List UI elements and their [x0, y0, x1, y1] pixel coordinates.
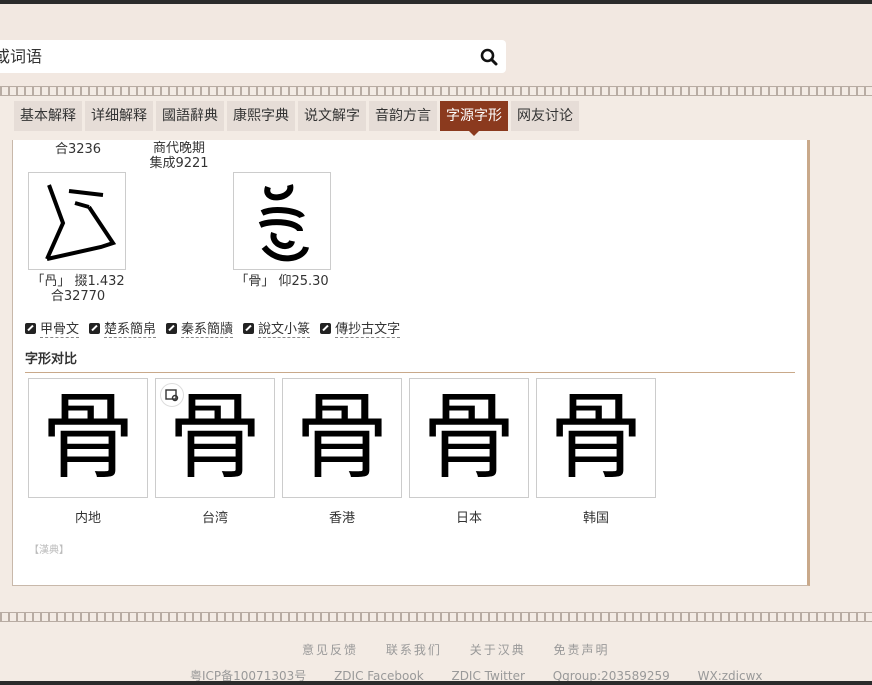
link-jiaguwen[interactable]: 甲骨文: [25, 318, 80, 338]
region-label: 内地: [74, 511, 101, 526]
tab-shuowen[interactable]: 说文解字: [298, 101, 366, 131]
tab-yinyun[interactable]: 音韵方言: [369, 101, 437, 131]
region-label: 台湾: [201, 511, 228, 526]
tab-kangxi[interactable]: 康熙字典: [227, 101, 295, 131]
region-label: 日本: [455, 511, 482, 526]
link-xiaozhuan[interactable]: 說文小篆: [243, 318, 311, 338]
ancient-caption: 合3236: [54, 142, 102, 157]
link-qinxi[interactable]: 秦系簡牘: [166, 318, 234, 338]
tab-ziyuan[interactable]: 字源字形: [440, 101, 508, 136]
search-bar: [0, 40, 506, 73]
ancient-caption: 「骨」 仰25.30: [235, 274, 329, 289]
link-chuanchao[interactable]: 傳抄古文字: [320, 318, 401, 338]
script-links: 甲骨文 楚系簡帛 秦系簡牘 說文小篆 傳抄古文字: [25, 318, 410, 338]
section-title: 字形对比: [25, 348, 795, 373]
glyph-char: 骨: [548, 383, 643, 492]
glyph-box[interactable]: 骨: [409, 378, 529, 498]
region-label: 香港: [328, 511, 355, 526]
tab-guoyu[interactable]: 國語辭典: [156, 101, 224, 131]
ancient-caption: 合32770: [50, 289, 106, 304]
seal-glyph: [258, 184, 309, 262]
source-tag: 【漢典】: [29, 545, 69, 556]
contact-link[interactable]: 联系我们: [386, 643, 442, 657]
compare-item: 骨 日本: [409, 378, 529, 526]
compare-item: 骨 台湾: [155, 378, 275, 526]
external-link-icon: [89, 322, 101, 334]
compare-item: 骨 韩国: [536, 378, 656, 526]
region-label: 韩国: [582, 511, 609, 526]
about-link[interactable]: 关于汉典: [470, 643, 526, 657]
footer-links: 意见反馈 联系我们 关于汉典 免责声明: [302, 641, 632, 658]
disclaimer-link[interactable]: 免责声明: [554, 643, 610, 657]
external-link-icon: [243, 322, 255, 334]
feedback-link[interactable]: 意见反馈: [302, 643, 358, 657]
tab-discussion[interactable]: 网友讨论: [511, 101, 579, 131]
ancient-caption: 商代晚期: [152, 141, 205, 156]
search-icon[interactable]: [480, 48, 498, 66]
ancient-glyph-image[interactable]: [28, 172, 126, 270]
glyph-char: 骨: [294, 383, 389, 492]
content-panel: 合3236 商代晚期 集成9221 「冎」 掇1.432 合32770 「骨」 …: [12, 140, 810, 586]
tab-bar: 基本解释 详细解释 國語辭典 康熙字典 说文解字 音韵方言 字源字形 网友讨论: [14, 101, 582, 136]
external-link-icon: [25, 322, 36, 334]
compare-item: 骨 内地: [28, 378, 148, 526]
ancient-caption: 集成9221: [149, 156, 209, 171]
glyph-box[interactable]: 骨: [282, 378, 402, 498]
ancient-glyph-image[interactable]: [233, 172, 331, 270]
glyph-box[interactable]: 骨: [155, 378, 275, 498]
footer-border: [0, 612, 872, 622]
search-input[interactable]: [0, 40, 454, 73]
oracle-bone-glyph: [45, 184, 117, 261]
image-search-icon[interactable]: [160, 383, 184, 407]
link-chuxi[interactable]: 楚系簡帛: [89, 318, 157, 338]
window-bottom-edge: [0, 681, 872, 685]
glyph-char: 骨: [40, 383, 135, 492]
header-border: [0, 86, 872, 96]
external-link-icon: [320, 322, 332, 334]
glyph-char: 骨: [421, 383, 516, 492]
external-link-icon: [166, 322, 178, 334]
compare-item: 骨 香港: [282, 378, 402, 526]
glyph-box[interactable]: 骨: [28, 378, 148, 498]
tab-detailed[interactable]: 详细解释: [85, 101, 153, 131]
glyph-box[interactable]: 骨: [536, 378, 656, 498]
ancient-caption: 「冎」 掇1.432: [31, 274, 125, 289]
tab-basic[interactable]: 基本解释: [14, 101, 82, 131]
